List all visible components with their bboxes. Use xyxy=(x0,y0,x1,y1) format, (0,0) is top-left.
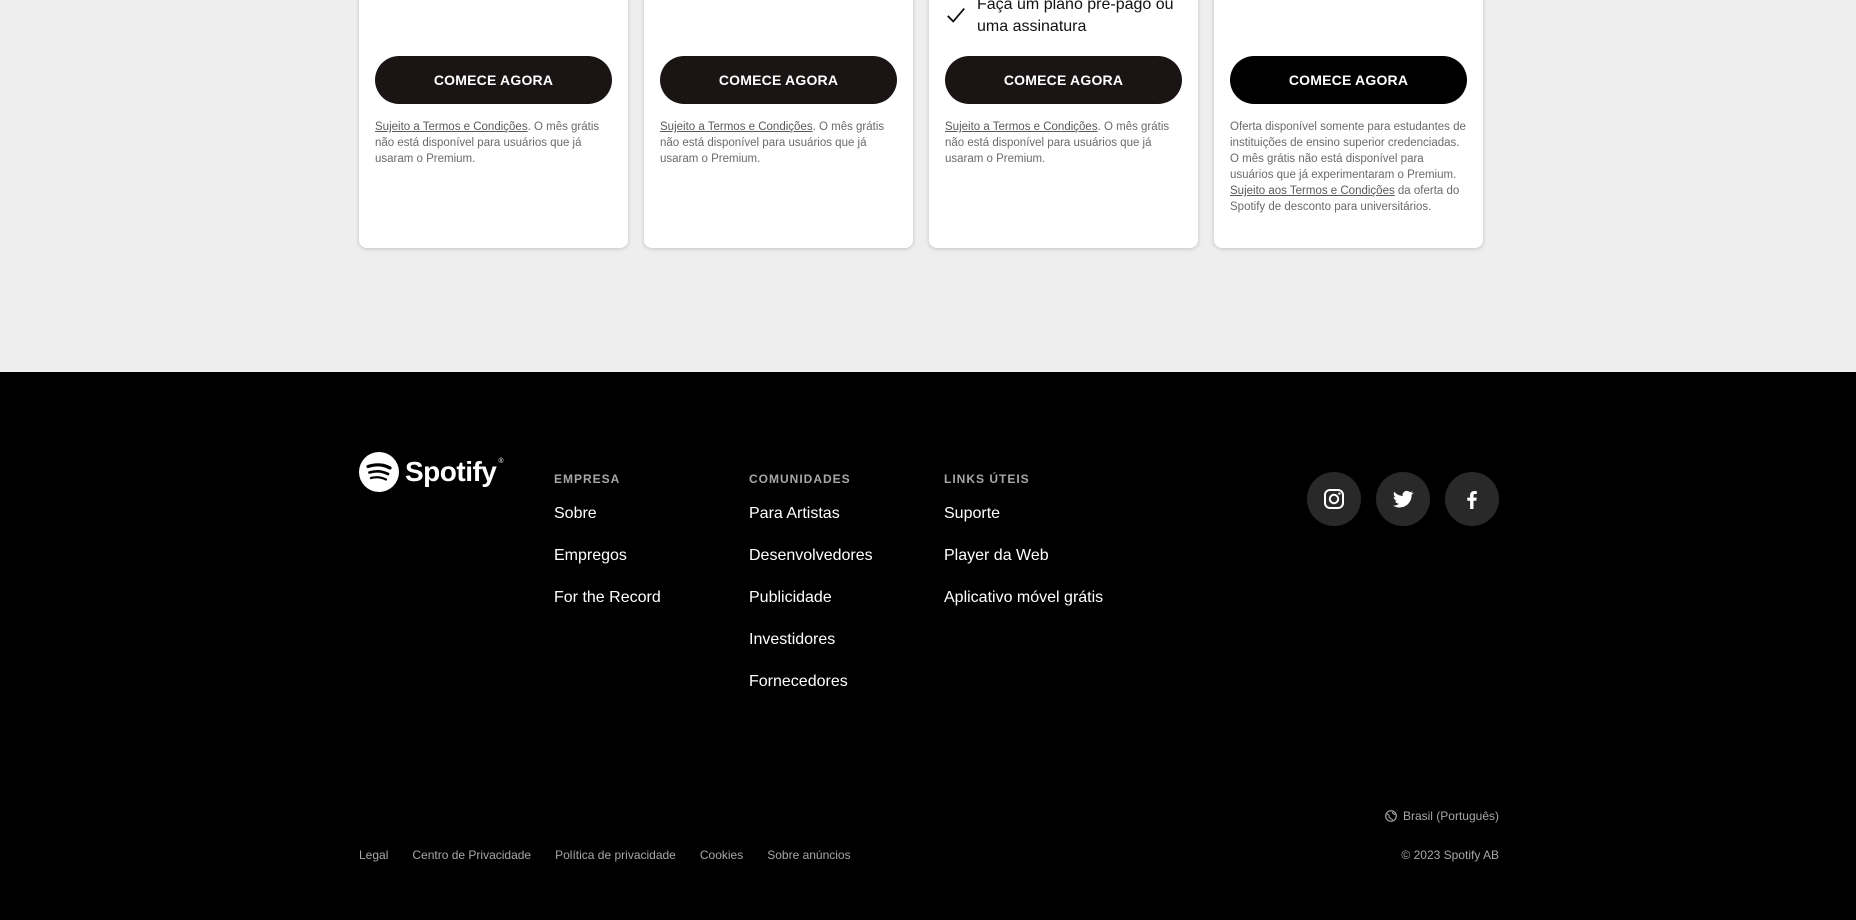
terms-note: Oferta disponível somente para estudante… xyxy=(1230,119,1470,215)
start-now-button[interactable]: COMECE AGORA xyxy=(375,56,612,104)
start-now-button[interactable]: COMECE AGORA xyxy=(945,56,1182,104)
footer-link[interactable]: Desenvolvedores xyxy=(749,546,873,566)
terms-note: Sujeito a Termos e Condições. O mês grát… xyxy=(375,119,615,167)
plan-card: COMECE AGORA Sujeito a Termos e Condiçõe… xyxy=(644,0,913,248)
social-links xyxy=(1307,472,1499,526)
terms-link[interactable]: Sujeito a Termos e Condições xyxy=(375,121,528,133)
logo-text: Spotify xyxy=(405,456,497,487)
cookies-link[interactable]: Cookies xyxy=(700,848,743,862)
footer-link[interactable]: For the Record xyxy=(554,588,661,608)
instagram-button[interactable] xyxy=(1307,472,1361,526)
plan-card-student: COMECE AGORA Oferta disponível somente p… xyxy=(1214,0,1483,248)
facebook-icon xyxy=(1467,491,1477,509)
footer-link[interactable]: Sobre xyxy=(554,504,661,524)
region-label: Brasil (Português) xyxy=(1402,809,1499,823)
footer: Spotify ® EMPRESA Sobre Empregos For the… xyxy=(0,372,1856,920)
footer-link[interactable]: Fornecedores xyxy=(749,672,873,692)
privacy-center-link[interactable]: Centro de Privacidade xyxy=(412,848,531,862)
plan-card: Faça um plano pré-pago ou uma assinatura… xyxy=(929,0,1198,248)
spotify-logo[interactable]: Spotify ® xyxy=(359,452,504,492)
terms-link[interactable]: Sujeito a Termos e Condições xyxy=(660,121,813,133)
column-heading: EMPRESA xyxy=(554,472,621,486)
globe-icon xyxy=(1385,810,1397,822)
footer-link[interactable]: Investidores xyxy=(749,630,873,650)
copyright: © 2023 Spotify AB xyxy=(1401,848,1499,862)
terms-note: Sujeito a Termos e Condições. O mês grát… xyxy=(660,119,900,167)
region-selector[interactable]: Brasil (Português) xyxy=(1385,809,1499,823)
spotify-logo-icon xyxy=(359,452,399,492)
legal-links: Legal Centro de Privacidade Política de … xyxy=(359,848,851,862)
footer-link[interactable]: Aplicativo móvel grátis xyxy=(944,588,1103,608)
instagram-icon xyxy=(1324,489,1344,509)
footer-link[interactable]: Empregos xyxy=(554,546,661,566)
facebook-button[interactable] xyxy=(1445,472,1499,526)
start-now-button[interactable]: COMECE AGORA xyxy=(1230,56,1467,104)
footer-column-comunidades: COMUNIDADES Para Artistas Desenvolvedore… xyxy=(749,472,873,714)
footer-link[interactable]: Player da Web xyxy=(944,546,1103,566)
feature-text: Faça um plano pré-pago ou xyxy=(977,0,1174,13)
footer-link[interactable]: Suporte xyxy=(944,504,1103,524)
feature-text: uma assinatura xyxy=(977,18,1087,35)
start-now-button[interactable]: COMECE AGORA xyxy=(660,56,897,104)
column-heading: COMUNIDADES xyxy=(749,472,851,486)
terms-link[interactable]: Sujeito a Termos e Condições xyxy=(945,121,1098,133)
twitter-icon xyxy=(1393,490,1414,508)
footer-column-empresa: EMPRESA Sobre Empregos For the Record xyxy=(554,472,661,630)
check-icon xyxy=(947,7,965,23)
footer-link[interactable]: Para Artistas xyxy=(749,504,873,524)
privacy-policy-link[interactable]: Política de privacidade xyxy=(555,848,676,862)
about-ads-link[interactable]: Sobre anúncios xyxy=(767,848,850,862)
terms-link[interactable]: Sujeito aos Termos e Condições xyxy=(1230,185,1395,197)
footer-link[interactable]: Publicidade xyxy=(749,588,873,608)
plans-section: COMECE AGORA Sujeito a Termos e Condiçõe… xyxy=(0,0,1856,372)
twitter-button[interactable] xyxy=(1376,472,1430,526)
plan-card: COMECE AGORA Sujeito a Termos e Condiçõe… xyxy=(359,0,628,248)
column-heading: LINKS ÚTEIS xyxy=(944,472,1030,486)
legal-link[interactable]: Legal xyxy=(359,848,388,862)
registered-mark: ® xyxy=(498,458,504,465)
terms-note: Sujeito a Termos e Condições. O mês grát… xyxy=(945,119,1185,167)
plan-feature: Faça um plano pré-pago ou uma assinatura xyxy=(945,0,1174,38)
footer-column-links-uteis: LINKS ÚTEIS Suporte Player da Web Aplica… xyxy=(944,472,1103,630)
terms-prefix: Oferta disponível somente para estudante… xyxy=(1230,121,1466,181)
